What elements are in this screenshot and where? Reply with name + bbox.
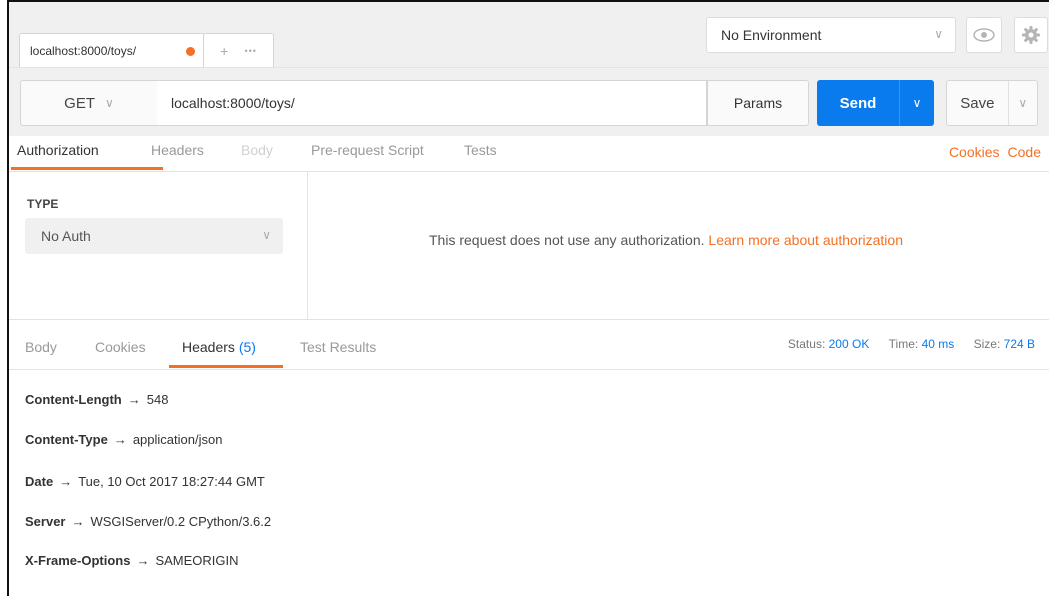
status-value[interactable]: 200 OK — [829, 337, 870, 351]
auth-type-panel: TYPE No Auth ∨ — [9, 172, 308, 320]
tab-tests[interactable]: Tests — [464, 142, 497, 158]
environment-quick-look-button[interactable] — [966, 17, 1002, 53]
save-button[interactable]: Save ∨ — [946, 80, 1038, 126]
response-tab-headers[interactable]: Headers (5) — [182, 339, 256, 355]
cookies-link[interactable]: Cookies — [949, 144, 1000, 160]
app-window: localhost:8000/toys/ + ••• No Environmen… — [7, 0, 1049, 596]
auth-message: This request does not use any authorizat… — [429, 232, 903, 248]
header-value: 548 — [146, 392, 169, 407]
send-options-chevron-icon[interactable]: ∨ — [899, 80, 934, 126]
params-label: Params — [733, 95, 783, 111]
response-tab-cookies[interactable]: Cookies — [95, 339, 146, 355]
method-select[interactable]: GET ∨ — [20, 80, 158, 126]
header-key: X-Frame-Options — [25, 553, 131, 568]
headers-count-badge: (5) — [238, 339, 256, 355]
header-value: application/json — [132, 432, 223, 447]
tab-headers[interactable]: Headers — [151, 142, 204, 158]
size-label: Size: — [973, 337, 1001, 351]
header-row: X-Frame-Options → SAMEORIGIN — [25, 553, 239, 568]
tab-body[interactable]: Body — [241, 142, 273, 158]
settings-button[interactable] — [1014, 17, 1048, 53]
response-tab-body[interactable]: Body — [25, 339, 57, 355]
header-row: Content-Length → 548 — [25, 392, 168, 407]
plus-icon[interactable]: + — [220, 43, 228, 59]
header-row: Date → Tue, 10 Oct 2017 18:27:44 GMT — [25, 474, 265, 489]
size-value[interactable]: 724 B — [1004, 337, 1035, 351]
save-options-chevron-icon[interactable]: ∨ — [1007, 81, 1037, 125]
response-tab-headers-label: Headers — [182, 339, 235, 355]
arrow-icon: → — [113, 432, 127, 447]
auth-message-text: This request does not use any authorizat… — [429, 232, 705, 248]
header-key: Content-Length — [25, 392, 122, 407]
send-button[interactable]: Send ∨ — [817, 80, 934, 126]
code-link[interactable]: Code — [1008, 144, 1041, 160]
active-tab-underline — [11, 167, 163, 170]
auth-type-select[interactable]: No Auth ∨ — [25, 218, 283, 254]
header-key: Date — [25, 474, 54, 489]
response-tab-test-results[interactable]: Test Results — [300, 339, 376, 355]
header-key: Content-Type — [25, 432, 108, 447]
params-button[interactable]: Params — [707, 80, 809, 126]
active-tab-underline — [169, 365, 283, 368]
top-bar: localhost:8000/toys/ + ••• No Environmen… — [9, 2, 1049, 68]
learn-more-link[interactable]: Learn more about authorization — [708, 232, 903, 248]
environment-select-value: No Environment — [721, 27, 822, 43]
header-row: Server → WSGIServer/0.2 CPython/3.6.2 — [25, 514, 271, 529]
save-label: Save — [960, 94, 995, 112]
tab-authorization[interactable]: Authorization — [17, 142, 99, 158]
request-tab[interactable]: localhost:8000/toys/ — [19, 33, 205, 67]
chevron-down-icon: ∨ — [934, 27, 943, 41]
header-value: SAMEORIGIN — [155, 553, 239, 568]
status-label: Status: — [787, 337, 826, 351]
header-key: Server — [25, 514, 66, 529]
tab-pre-request-script[interactable]: Pre-request Script — [311, 142, 424, 158]
header-value: Tue, 10 Oct 2017 18:27:44 GMT — [78, 474, 265, 489]
unsaved-dot-icon — [186, 47, 195, 56]
request-tab-label: localhost:8000/toys/ — [30, 43, 137, 58]
chevron-down-icon: ∨ — [262, 228, 271, 242]
url-value: localhost:8000/toys/ — [171, 95, 295, 111]
arrow-icon: → — [136, 553, 150, 568]
more-icon[interactable]: ••• — [244, 46, 256, 56]
response-tabs: Body Cookies Headers (5) Test Results St… — [9, 320, 1049, 370]
arrow-icon: → — [71, 514, 85, 529]
request-links: Cookies Code — [941, 144, 1041, 160]
header-value: WSGIServer/0.2 CPython/3.6.2 — [90, 514, 272, 529]
url-bar: GET ∨ localhost:8000/toys/ Params Send ∨… — [9, 68, 1049, 136]
authorization-pane: TYPE No Auth ∨ This request does not use… — [9, 172, 1049, 320]
chevron-down-icon: ∨ — [105, 96, 114, 110]
time-label: Time: — [888, 337, 919, 351]
response-meta: Status: 200 OK Time: 40 ms Size: 724 B — [788, 337, 1035, 351]
type-label: TYPE — [27, 197, 59, 211]
arrow-icon: → — [127, 392, 141, 407]
method-value: GET — [64, 94, 96, 112]
new-tab-group: + ••• — [203, 33, 274, 67]
gear-icon — [1022, 26, 1040, 44]
url-input[interactable]: localhost:8000/toys/ — [157, 80, 707, 126]
request-tabs: Authorization Headers Body Pre-request S… — [9, 136, 1049, 172]
time-value[interactable]: 40 ms — [922, 337, 955, 351]
send-label: Send — [839, 94, 877, 112]
arrow-icon: → — [59, 474, 73, 489]
eye-icon — [973, 28, 995, 42]
environment-select[interactable]: No Environment ∨ — [706, 17, 956, 53]
auth-type-value: No Auth — [41, 228, 91, 244]
header-row: Content-Type → application/json — [25, 432, 222, 447]
